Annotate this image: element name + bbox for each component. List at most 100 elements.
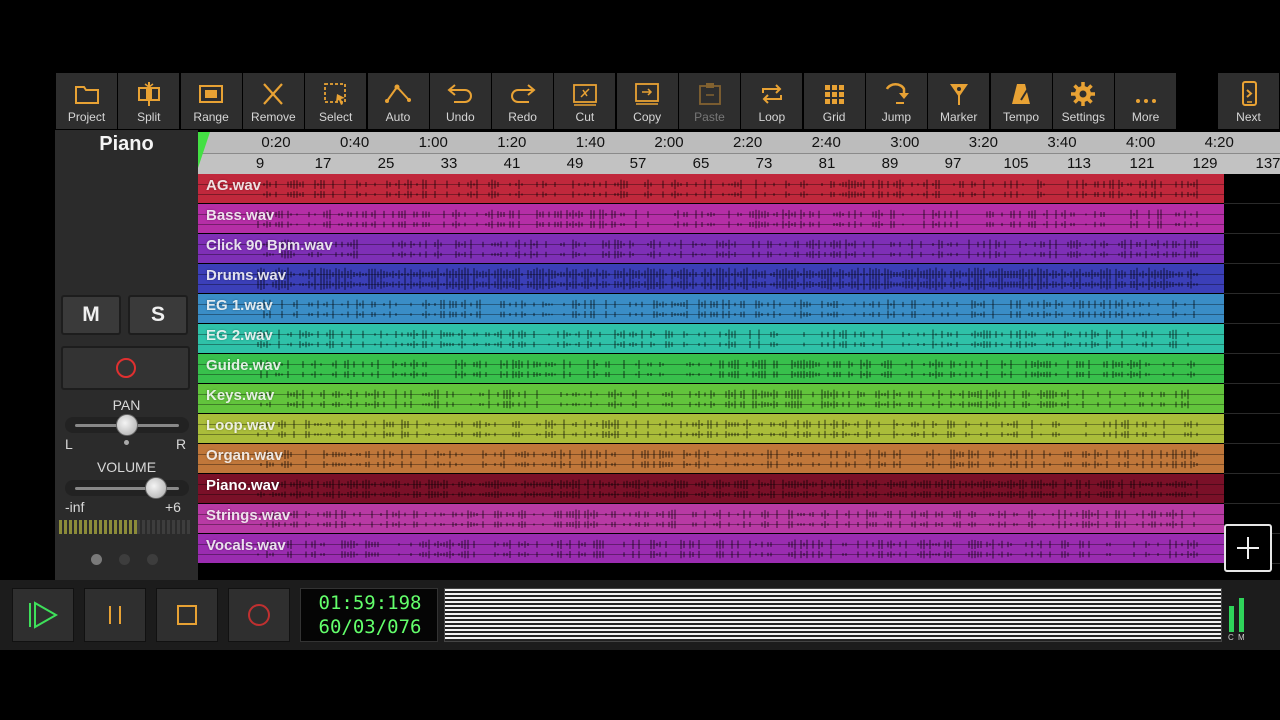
project-label: Project <box>67 110 106 124</box>
settings-button[interactable]: Settings <box>1052 73 1114 129</box>
page-dot-1[interactable] <box>91 554 102 565</box>
playhead-marker[interactable] <box>198 132 210 168</box>
track-lane[interactable]: EG 2.wav <box>198 324 1224 354</box>
time-display[interactable]: 01:59:198 60/03/076 <box>300 588 438 642</box>
time-tick-label: 3:40 <box>1047 134 1077 151</box>
remove-button[interactable]: Remove <box>242 73 304 129</box>
track-name: Vocals.wav <box>206 537 286 554</box>
record-arm-button[interactable] <box>61 346 190 390</box>
range-icon <box>196 81 226 107</box>
paste-label: Paste <box>694 110 725 124</box>
track-level-meter <box>59 520 191 534</box>
track-lane[interactable]: Click 90 Bpm.wav <box>198 234 1224 264</box>
bar-tick-label: 65 <box>692 155 710 172</box>
page-dot-3[interactable] <box>147 554 158 565</box>
bar-tick-label: 33 <box>440 155 458 172</box>
phone-next-icon <box>1234 81 1264 107</box>
track-lanes[interactable]: AG.wav Bass.wav Click 90 Bpm.wav Drums.wav E… <box>198 174 1224 564</box>
pause-button[interactable] <box>84 588 146 642</box>
track-lane[interactable]: Piano.wav <box>198 474 1224 504</box>
lane-divider <box>1224 233 1280 234</box>
lane-divider <box>1224 293 1280 294</box>
auto-button[interactable]: Auto <box>367 73 429 129</box>
time-tick-label: 1:20 <box>497 134 527 151</box>
timeline-ruler[interactable]: 0:20 0:40 1:00 1:20 1:40 2:00 2:20 2:40 3:00 3:20… <box>198 132 1280 174</box>
tempo-button[interactable]: Tempo <box>990 73 1052 129</box>
page-dot-2[interactable] <box>119 554 130 565</box>
bar-tick-label: 97 <box>944 155 962 172</box>
jump-icon <box>881 81 911 107</box>
track-inspector: Piano M S PAN L R VOLUME -inf +6 <box>55 130 198 580</box>
lane-divider <box>1224 383 1280 384</box>
track-lane[interactable]: Strings.wav <box>198 504 1224 534</box>
track-lane[interactable]: Loop.wav <box>198 414 1224 444</box>
cut-button[interactable]: Cut <box>554 73 616 129</box>
grid-button[interactable]: Grid <box>803 73 865 129</box>
marker-button[interactable]: Marker <box>928 73 990 129</box>
jump-label: Jump <box>881 110 912 124</box>
meter-label-m: M <box>1238 633 1245 642</box>
track-name: Bass.wav <box>206 207 275 224</box>
solo-button[interactable]: S <box>128 295 188 335</box>
copy-button[interactable]: Copy <box>616 73 678 129</box>
time-ruler[interactable]: 0:20 0:40 1:00 1:20 1:40 2:00 2:20 2:40 3:00 3:20… <box>198 132 1280 154</box>
lane-divider <box>1224 263 1280 264</box>
copy-icon <box>632 81 662 107</box>
track-lane[interactable]: Drums.wav <box>198 264 1224 294</box>
track-lane[interactable]: Bass.wav <box>198 204 1224 234</box>
track-lane[interactable]: EG 1.wav <box>198 294 1224 324</box>
waveform <box>198 479 1224 499</box>
add-track-button[interactable] <box>1224 524 1272 572</box>
track-name: Loop.wav <box>206 417 276 434</box>
volume-slider[interactable] <box>145 477 168 499</box>
loop-button[interactable]: Loop <box>741 73 803 129</box>
loop-label: Loop <box>758 110 786 124</box>
stop-button[interactable] <box>156 588 218 642</box>
record-button[interactable] <box>228 588 290 642</box>
paste-button[interactable]: Paste <box>679 73 740 129</box>
time-tick-label: 2:00 <box>654 134 684 151</box>
tempo-label: Tempo <box>1002 110 1040 124</box>
track-lane[interactable]: AG.wav <box>198 174 1224 204</box>
track-lane[interactable]: Vocals.wav <box>198 534 1224 564</box>
more-button[interactable]: More <box>1115 73 1177 129</box>
range-button[interactable]: Range <box>180 73 242 129</box>
time-tick-label: 4:20 <box>1204 134 1234 151</box>
more-label: More <box>1131 110 1160 124</box>
bar-tick-label: 49 <box>566 155 584 172</box>
pan-slider[interactable] <box>116 414 138 436</box>
select-button[interactable]: Select <box>305 73 367 129</box>
time-tick-label: 3:00 <box>890 134 920 151</box>
bar-tick-label: 121 <box>1129 155 1155 172</box>
bar-tick-label: 105 <box>1003 155 1029 172</box>
more-icon <box>1131 81 1161 107</box>
time-tick-label: 1:40 <box>575 134 605 151</box>
lane-divider <box>1224 323 1280 324</box>
track-lane[interactable]: Organ.wav <box>198 444 1224 474</box>
bar-ruler[interactable]: 9 17 25 33 41 49 57 65 73 81 89 97 105 113 121 129 137 <box>198 154 1280 174</box>
project-button[interactable]: Project <box>56 73 117 129</box>
plus-icon <box>1237 537 1259 559</box>
jump-button[interactable]: Jump <box>865 73 927 129</box>
copy-label: Copy <box>633 110 662 124</box>
play-button[interactable] <box>12 588 74 642</box>
bar-tick-label: 25 <box>377 155 395 172</box>
mute-button[interactable]: M <box>61 295 121 335</box>
undo-label: Undo <box>445 110 475 124</box>
split-button[interactable]: Split <box>118 73 180 129</box>
time-tick-label: 2:20 <box>732 134 763 151</box>
redo-label: Redo <box>508 110 537 124</box>
track-lane[interactable]: Guide.wav <box>198 354 1224 384</box>
track-lane[interactable]: Keys.wav <box>198 384 1224 414</box>
bar-tick-label: 137 <box>1255 155 1280 172</box>
redo-button[interactable]: Redo <box>492 73 554 129</box>
undo-button[interactable]: Undo <box>429 73 491 129</box>
track-name: Organ.wav <box>206 447 283 464</box>
track-name: Piano.wav <box>206 477 280 494</box>
next-label: Next <box>1236 110 1261 124</box>
next-button[interactable]: Next <box>1218 73 1279 129</box>
metronome-icon <box>1006 81 1036 107</box>
grid-label: Grid <box>822 110 846 124</box>
song-overview[interactable] <box>444 588 1222 642</box>
track-name: Click 90 Bpm.wav <box>206 237 333 254</box>
